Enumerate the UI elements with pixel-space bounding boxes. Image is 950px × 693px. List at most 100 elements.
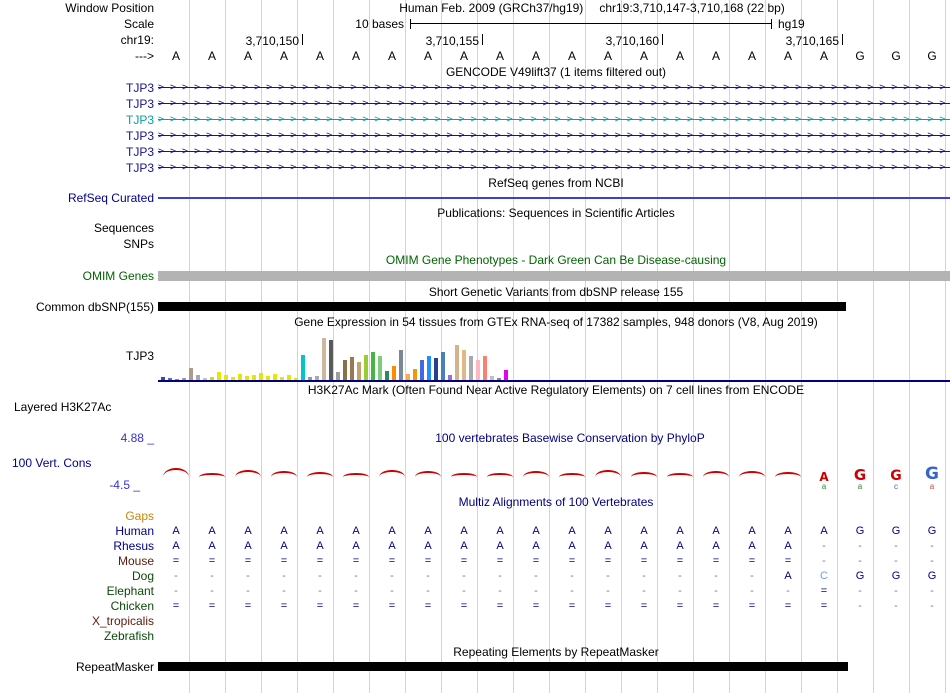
- publications-sequences-row[interactable]: Sequences: [0, 221, 950, 236]
- publications-sequences-label[interactable]: Sequences: [0, 221, 158, 236]
- publications-track-header[interactable]: Publications: Sequences in Scientific Ar…: [158, 206, 950, 221]
- species-alignment[interactable]: = = = = = = = = = = = = = = = = = = = - - -: [158, 599, 950, 614]
- alignment-base: [302, 629, 338, 644]
- omim-genes-row[interactable]: OMIM Genes: [0, 268, 950, 284]
- conservation-label[interactable]: 100 Vert. Cons: [12, 456, 91, 470]
- publications-snps-row[interactable]: SNPs: [0, 236, 950, 252]
- assembly-name: Human Feb. 2009 (GRCh37/hg19): [399, 1, 584, 15]
- alignment-base: [842, 614, 878, 629]
- species-alignment[interactable]: [158, 629, 950, 644]
- conservation-mark-cell: [302, 472, 338, 477]
- gencode-transcript-label[interactable]: TJP3: [0, 80, 158, 96]
- omim-gene-item[interactable]: [158, 271, 950, 281]
- gencode-transcript[interactable]: >>>>>>>>>>>>>>>>>>>>>>>>>>>>>>>>>>>>>>>>…: [158, 96, 950, 112]
- alignment-base: -: [678, 570, 682, 582]
- alignment-base: [302, 509, 338, 524]
- alignment-base: -: [498, 585, 502, 597]
- repeatmasker-label[interactable]: RepeatMasker: [0, 660, 158, 674]
- species-alignment[interactable]: [158, 509, 950, 524]
- gencode-transcript[interactable]: >>>>>>>>>>>>>>>>>>>>>>>>>>>>>>>>>>>>>>>>…: [158, 160, 950, 176]
- alignment-base: G: [891, 570, 901, 582]
- alignment-base: A: [712, 525, 720, 537]
- species-alignment[interactable]: - - - - - - - - - - - - - - - - - - = - - -: [158, 584, 950, 599]
- dbsnp-label[interactable]: Common dbSNP(155): [0, 300, 158, 314]
- species-alignment[interactable]: AAAAAAAAAAAAAAAAAA----: [158, 539, 950, 554]
- alignment-base: =: [460, 555, 468, 567]
- species-alignment[interactable]: AAAAAAAAAAAAAAAAAAAGGG: [158, 524, 950, 539]
- alignment-base: [590, 509, 626, 524]
- h3k27ac-label[interactable]: Layered H3K27Ac: [0, 398, 172, 416]
- gencode-transcript-label[interactable]: TJP3: [0, 144, 158, 160]
- alignment-base: [770, 614, 806, 629]
- alignment-base: [338, 614, 374, 629]
- h3k27ac-track-header[interactable]: H3K27Ac Mark (Often Found Near Active Re…: [158, 382, 950, 398]
- sequence-bases[interactable]: AAAAAAAAAAAAAAAAAAAGGG: [158, 48, 950, 64]
- species-label[interactable]: X_tropicalis: [0, 614, 158, 629]
- refseq-gene-item[interactable]: [158, 197, 950, 199]
- species-alignment[interactable]: = = = = = = = = = = = = = = = = = = - - - -: [158, 554, 950, 569]
- gencode-transcript-label[interactable]: TJP3: [0, 96, 158, 112]
- omim-track-header[interactable]: OMIM Gene Phenotypes - Dark Green Can Be…: [158, 252, 950, 268]
- species-label[interactable]: Dog: [0, 569, 158, 584]
- gencode-transcript[interactable]: >>>>>>>>>>>>>>>>>>>>>>>>>>>>>>>>>>>>>>>>…: [158, 128, 950, 144]
- species-label[interactable]: Rhesus: [0, 539, 158, 554]
- alignment-base: [590, 629, 626, 644]
- alignment-base: G: [855, 525, 865, 537]
- dbsnp-variant-item[interactable]: [158, 302, 846, 311]
- species-label[interactable]: Mouse: [0, 554, 158, 569]
- species-label[interactable]: Zebrafish: [0, 629, 158, 644]
- repeat-element-item[interactable]: [158, 662, 848, 671]
- multiz-species-row: X_tropicalis: [0, 614, 950, 629]
- alignment-base: [194, 614, 230, 629]
- species-alignment[interactable]: -----------------ACGGG: [158, 569, 950, 584]
- gencode-transcript-label[interactable]: TJP3: [0, 112, 158, 128]
- species-label[interactable]: Gaps: [0, 509, 158, 524]
- refseq-curated-row[interactable]: RefSeq Curated: [0, 191, 950, 206]
- species-label[interactable]: Human: [0, 524, 158, 539]
- repeatmasker-row[interactable]: RepeatMasker: [0, 660, 950, 674]
- conservation-row[interactable]: 100 Vert. Cons -4.5 _ AaGaGcGa: [0, 445, 950, 495]
- gtex-track-header[interactable]: Gene Expression in 54 tissues from GTEx …: [158, 314, 950, 330]
- omim-genes-label[interactable]: OMIM Genes: [0, 268, 158, 284]
- dbsnp-row[interactable]: Common dbSNP(155): [0, 300, 950, 314]
- gencode-transcript[interactable]: >>>>>>>>>>>>>>>>>>>>>>>>>>>>>>>>>>>>>>>>…: [158, 144, 950, 160]
- conservation-peak: [415, 471, 441, 477]
- gtex-expression-plot[interactable]: [158, 330, 950, 382]
- coordinate-tick: [842, 34, 843, 45]
- alignment-base: =: [280, 555, 288, 567]
- gtex-tissue-bar: [217, 372, 221, 380]
- gencode-transcript-label[interactable]: TJP3: [0, 160, 158, 176]
- refseq-curated-label[interactable]: RefSeq Curated: [0, 191, 158, 206]
- gencode-transcript[interactable]: >>>>>>>>>>>>>>>>>>>>>>>>>>>>>>>>>>>>>>>>…: [158, 80, 950, 96]
- gencode-track-header[interactable]: GENCODE V49lift37 (1 items filtered out): [158, 64, 950, 80]
- conservation-track-header[interactable]: 100 vertebrates Basewise Conservation by…: [172, 431, 950, 445]
- coordinate-row[interactable]: chr19: 3,710,150 3,710,155 3,710,160 3,710,…: [0, 32, 950, 48]
- repeatmasker-track-header[interactable]: Repeating Elements by RepeatMasker: [158, 644, 950, 660]
- conservation-plot[interactable]: AaGaGcGa: [158, 445, 950, 495]
- publications-snps-label[interactable]: SNPs: [0, 236, 158, 252]
- species-label[interactable]: Chicken: [0, 599, 158, 614]
- alignment-base: [878, 629, 914, 644]
- base-letter: A: [315, 49, 324, 63]
- gtex-tissue-bar: [434, 358, 438, 380]
- h3k27ac-row[interactable]: Layered H3K27Ac: [0, 398, 950, 416]
- alignment-base: [482, 629, 518, 644]
- alignment-base: -: [570, 585, 574, 597]
- gencode-transcript[interactable]: >>>>>>>>>>>>>>>>>>>>>>>>>>>>>>>>>>>>>>>>…: [158, 112, 950, 128]
- gencode-transcript-label[interactable]: TJP3: [0, 128, 158, 144]
- multiz-track-header[interactable]: Multiz Alignments of 100 Vertebrates: [158, 495, 950, 509]
- base-letter: A: [675, 49, 684, 63]
- dbsnp-track-header[interactable]: Short Genetic Variants from dbSNP releas…: [158, 284, 950, 300]
- sequence-row[interactable]: ---> A A A A A A A A A A A A A A A A A A A G G G: [0, 48, 950, 64]
- alignment-base: [374, 614, 410, 629]
- alignment-base: -: [174, 585, 178, 597]
- species-alignment[interactable]: [158, 614, 950, 629]
- ruler-ticks[interactable]: 3,710,150 3,710,155 3,710,160 3,710,165: [158, 32, 950, 48]
- gencode-transcript-row: TJP3 >>>>>>>>>>>>>>>>>>>>>>>>>>>>>>>>>>>>…: [0, 128, 950, 144]
- gtex-tissue-bar: [399, 350, 403, 380]
- gtex-row[interactable]: TJP3: [0, 330, 950, 382]
- species-label[interactable]: Elephant: [0, 584, 158, 599]
- refseq-track-header[interactable]: RefSeq genes from NCBI: [158, 176, 950, 191]
- gtex-gene-label[interactable]: TJP3: [0, 330, 158, 382]
- multiz-species-row: Rhesus A A A A A A A A A A A A A A A A A A - - - -: [0, 539, 950, 554]
